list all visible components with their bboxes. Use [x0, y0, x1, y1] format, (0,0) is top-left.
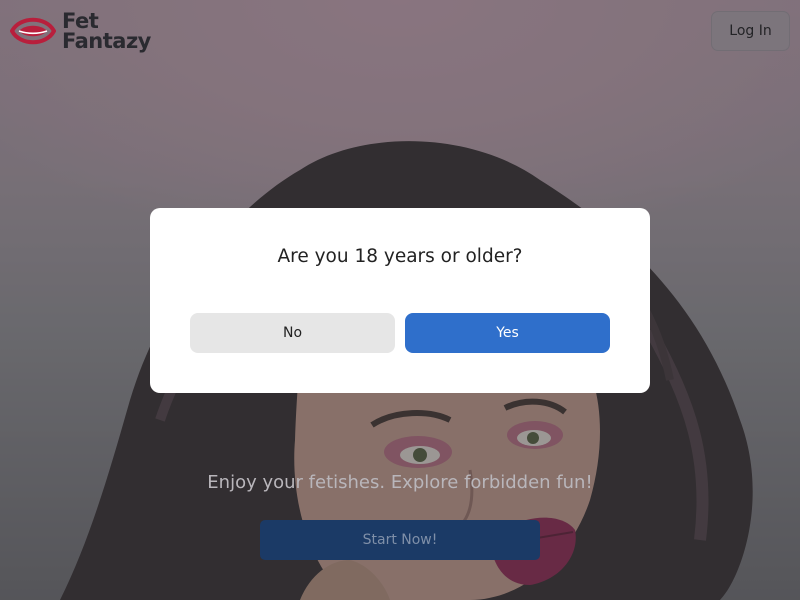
login-button[interactable]: Log In — [711, 11, 790, 51]
start-now-button[interactable]: Start Now! — [260, 520, 540, 560]
top-header: Fet Fantazy Log In — [0, 0, 800, 62]
logo-text-line1: Fet — [62, 9, 99, 33]
no-button[interactable]: No — [190, 313, 395, 353]
age-question: Are you 18 years or older? — [277, 246, 523, 267]
yes-button[interactable]: Yes — [405, 313, 610, 353]
age-verification-modal — [150, 208, 650, 393]
site-logo[interactable]: Fet Fantazy — [10, 10, 151, 52]
eye-lips-icon — [10, 17, 56, 45]
logo-text-line2: Fantazy — [62, 29, 151, 53]
logo-wordmark: Fet Fantazy — [62, 9, 151, 53]
hero-tagline: Enjoy your fetishes. Explore forbidden f… — [207, 472, 593, 493]
